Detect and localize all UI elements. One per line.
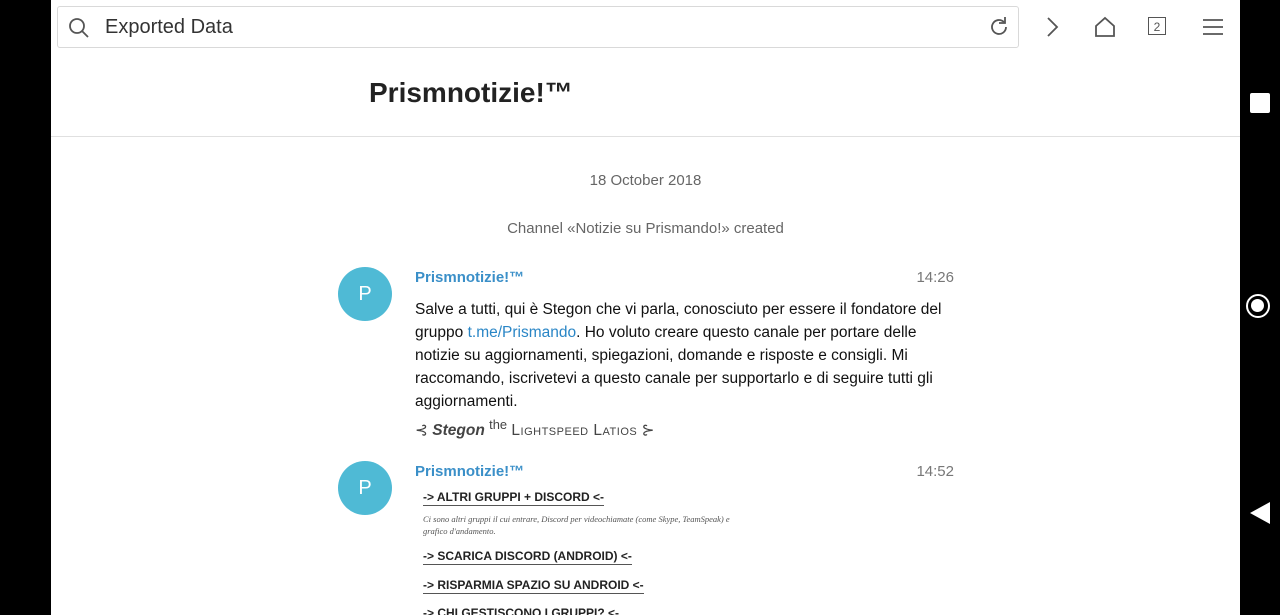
browser-toolbar: Exported Data 2 (51, 0, 1240, 54)
image-line: -> SCARICA DISCORD (ANDROID) <- (423, 549, 632, 565)
image-line: -> CHI GESTISCONO I GRUPPI? <- (423, 606, 619, 615)
message-time: 14:26 (916, 269, 954, 286)
home-button-icon[interactable] (1246, 294, 1270, 318)
forward-icon[interactable] (1038, 13, 1066, 41)
image-line-text: -> SCARICA DISCORD (ANDROID) <- (423, 549, 632, 563)
service-message: Channel «Notizie su Prismando!» created (507, 220, 784, 237)
sender-name[interactable]: Prismnotizie!™ (415, 463, 524, 480)
image-line-text: -> CHI GESTISCONO I GRUPPI? <- (423, 606, 620, 615)
avatar[interactable]: P (338, 461, 392, 515)
address-bar[interactable]: Exported Data (57, 6, 1019, 48)
search-icon (68, 17, 90, 44)
signature-name: Stegon (432, 422, 485, 440)
image-line: -> RISPARMIA SPAZIO SU ANDROID <- (423, 578, 644, 594)
image-line: -> ALTRI GRUPPI + DISCORD <- (423, 490, 605, 506)
message-time: 14:52 (916, 463, 954, 480)
recent-apps-icon[interactable] (1250, 93, 1270, 113)
message-image[interactable]: -> ALTRI GRUPPI + DISCORD <- Ci sono alt… (415, 486, 755, 615)
signature-the: the (489, 417, 508, 432)
reload-icon[interactable] (988, 16, 1010, 43)
address-text: Exported Data (105, 16, 233, 38)
tabs-icon[interactable]: 2 (1148, 17, 1166, 35)
menu-icon[interactable] (1199, 13, 1227, 41)
browser-viewport: Exported Data 2 Prismnotizie!™ 18 Octobe… (51, 0, 1240, 615)
signature: ⊰ Stegon the Lightspeed Latios ⊱ (415, 417, 655, 440)
sender-name[interactable]: Prismnotizie!™ (415, 269, 524, 286)
image-note: Ci sono altri gruppi il cui entrare, Dis… (423, 514, 730, 536)
signature-title: Lightspeed Latios (511, 422, 638, 440)
message-text: Salve a tutti, qui è Stegon che vi parla… (415, 298, 955, 442)
page-header: Prismnotizie!™ (51, 54, 1240, 137)
signature-pre: ⊰ (415, 422, 433, 440)
image-line-text: -> RISPARMIA SPAZIO SU ANDROID <- (423, 578, 644, 592)
left-black-bar (0, 0, 51, 615)
date-separator: 18 October 2018 (589, 172, 702, 189)
message-link[interactable]: t.me/Prismando (468, 324, 577, 341)
home-icon[interactable] (1091, 13, 1119, 41)
avatar[interactable]: P (338, 267, 392, 321)
image-line-text: -> ALTRI GRUPPI + DISCORD <- (423, 490, 605, 504)
page-title: Prismnotizie!™ (369, 77, 573, 108)
signature-post: ⊱ (637, 422, 655, 440)
back-icon[interactable] (1250, 502, 1270, 524)
